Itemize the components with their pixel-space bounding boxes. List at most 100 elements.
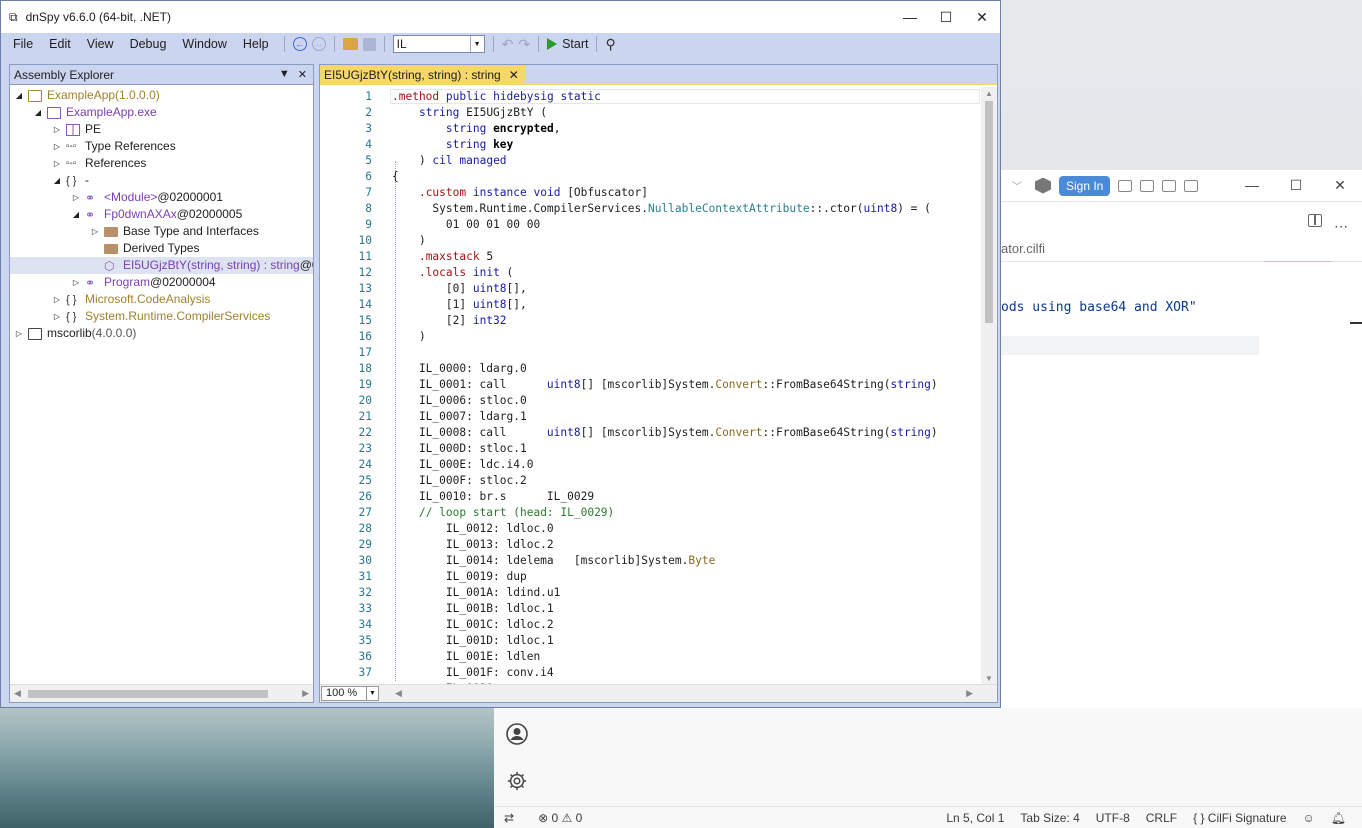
- scroll-left-icon[interactable]: ◀: [395, 688, 402, 699]
- editor-tab-active[interactable]: EI5UGjzBtY(string, string) : string ✕: [320, 65, 525, 85]
- tree-node-namespace-empty[interactable]: ◢ { } -: [52, 172, 89, 189]
- maximize-button[interactable]: ☐: [928, 9, 964, 26]
- scroll-down-icon[interactable]: ▼: [985, 674, 993, 683]
- scroll-up-icon[interactable]: ▲: [985, 89, 993, 98]
- language-select[interactable]: IL ▼: [392, 35, 485, 53]
- panel-close-icon[interactable]: ✕: [298, 68, 307, 81]
- split-editor-icon[interactable]: [1308, 214, 1322, 227]
- line-number: 22: [358, 426, 372, 439]
- tree-node-microsoft-codeanalysis[interactable]: ▷ { } Microsoft.CodeAnalysis: [52, 291, 210, 308]
- tree-node-fp0dwnaxax[interactable]: ◢ ⚭ Fp0dwnAXAx @02000005: [71, 206, 242, 223]
- horizontal-scrollbar[interactable]: ◀ ▶: [10, 684, 313, 702]
- copilot-icon[interactable]: [1035, 177, 1051, 194]
- tree-node-base-types[interactable]: ▷ Base Type and Interfaces: [90, 223, 259, 240]
- scroll-thumb[interactable]: [985, 101, 993, 323]
- node-label: System.Runtime.CompilerServices: [85, 309, 271, 323]
- copilot-status-icon[interactable]: ☺: [1303, 811, 1315, 825]
- settings-gear-icon[interactable]: [494, 770, 540, 795]
- expand-arrow-icon[interactable]: ▷: [14, 325, 24, 342]
- tree-node-module[interactable]: ▷ ⚭ <Module> @02000001: [71, 189, 223, 206]
- expand-arrow-icon[interactable]: ▷: [71, 274, 81, 291]
- code-line: IL_0000: ldarg.0: [392, 362, 527, 375]
- forward-arrow-icon[interactable]: →: [311, 37, 326, 51]
- menu-view[interactable]: View: [79, 37, 122, 51]
- expand-arrow-icon[interactable]: ▷: [71, 189, 81, 206]
- toggle-secondary-sidebar-icon[interactable]: [1184, 179, 1199, 192]
- zoom-select[interactable]: 100 % ▼: [321, 686, 379, 701]
- back-arrow-icon[interactable]: ←: [292, 37, 307, 51]
- encoding[interactable]: UTF-8: [1096, 811, 1130, 825]
- maximize-button[interactable]: ☐: [1274, 177, 1318, 194]
- code-line: [1] uint8[],: [392, 298, 527, 311]
- expand-arrow-icon[interactable]: ▷: [52, 138, 62, 155]
- panel-menu-chevron-icon[interactable]: ▼: [279, 68, 290, 81]
- tree-node-program[interactable]: ▷ ⚭ Program @02000004: [71, 274, 216, 291]
- collapse-arrow-icon[interactable]: ◢: [33, 104, 43, 121]
- more-actions-icon[interactable]: ⋯: [1334, 218, 1348, 235]
- problems-indicator[interactable]: ⊗ 0 ⚠ 0: [538, 811, 582, 825]
- minimize-button[interactable]: —: [892, 9, 928, 26]
- sign-in-button[interactable]: Sign In: [1059, 175, 1111, 196]
- scroll-left-icon[interactable]: ◀: [14, 688, 21, 699]
- menu-window[interactable]: Window: [174, 37, 234, 51]
- expand-arrow-icon[interactable]: ▷: [52, 155, 62, 172]
- start-button[interactable]: Start: [562, 37, 588, 51]
- node-suffix: @02000004: [150, 275, 216, 289]
- expand-arrow-icon[interactable]: ▷: [52, 308, 62, 325]
- notifications-bell-icon[interactable]: 🔔︎: [1331, 811, 1346, 825]
- pe-icon: [66, 123, 80, 136]
- tree-node-mscorlib[interactable]: ▷ mscorlib (4.0.0.0): [14, 325, 136, 342]
- expand-arrow-icon[interactable]: ▷: [52, 291, 62, 308]
- cursor-position[interactable]: Ln 5, Col 1: [946, 811, 1004, 825]
- tab-close-icon[interactable]: ✕: [509, 68, 519, 82]
- layout-icon[interactable]: [1118, 179, 1133, 192]
- scroll-thumb[interactable]: [28, 690, 268, 698]
- toggle-panel-icon[interactable]: [1162, 179, 1177, 192]
- minimize-button[interactable]: —: [1230, 177, 1274, 194]
- scroll-right-icon[interactable]: ▶: [302, 688, 309, 699]
- tree-node-exampleapp[interactable]: ◢ ExampleApp (1.0.0.0): [14, 87, 160, 104]
- assembly-tree: ◢ ExampleApp (1.0.0.0) ◢ ExampleApp.exe …: [10, 86, 313, 684]
- redo-icon[interactable]: ↷: [518, 36, 530, 53]
- undo-icon[interactable]: ↶: [502, 36, 514, 53]
- open-folder-icon[interactable]: [342, 38, 358, 50]
- warning-count: 0: [575, 810, 583, 825]
- scroll-right-icon[interactable]: ▶: [966, 688, 973, 699]
- chevron-down-icon[interactable]: ﹀: [1007, 176, 1027, 196]
- editor-tab[interactable]: ator.cilfi: [1001, 236, 1362, 262]
- collapse-arrow-icon[interactable]: ◢: [71, 206, 81, 223]
- il-code[interactable]: .method public hidebysig static string E…: [392, 87, 982, 685]
- collapse-arrow-icon[interactable]: ◢: [52, 172, 62, 189]
- tab-size[interactable]: Tab Size: 4: [1020, 811, 1079, 825]
- code-line: IL_001F: conv.i4: [392, 666, 554, 679]
- tree-node-compilerservices[interactable]: ▷ { } System.Runtime.CompilerServices: [52, 308, 270, 325]
- expand-arrow-icon[interactable]: ▷: [90, 223, 100, 240]
- language-mode[interactable]: { } CilFi Signature: [1193, 811, 1286, 825]
- tree-node-method-selected[interactable]: ⬡ EI5UGjzBtY(string, string) : string @0…: [90, 257, 313, 274]
- expand-arrow-icon[interactable]: ▷: [52, 121, 62, 138]
- code-line: [0] uint8[],: [392, 282, 527, 295]
- menu-edit[interactable]: Edit: [41, 37, 79, 51]
- menu-debug[interactable]: Debug: [122, 37, 175, 51]
- start-play-icon[interactable]: [547, 38, 558, 50]
- menu-help[interactable]: Help: [235, 37, 277, 51]
- remote-icon[interactable]: ⇄: [504, 811, 514, 825]
- tree-node-pe[interactable]: ▷ PE: [52, 121, 101, 138]
- tree-node-references[interactable]: ▷ ▫-▫ References: [52, 155, 146, 172]
- close-button[interactable]: ✕: [964, 9, 1000, 26]
- node-label: EI5UGjzBtY(string, string) : string: [123, 258, 300, 272]
- save-disk-icon[interactable]: [362, 37, 376, 51]
- tree-node-exampleapp-exe[interactable]: ◢ ExampleApp.exe: [33, 104, 157, 121]
- search-icon[interactable]: ⚲: [605, 36, 615, 53]
- account-icon[interactable]: [494, 722, 540, 749]
- line-number: 19: [358, 378, 372, 391]
- close-button[interactable]: ✕: [1318, 177, 1362, 194]
- toggle-sidebar-icon[interactable]: [1140, 179, 1155, 192]
- menu-file[interactable]: File: [5, 37, 41, 51]
- collapse-arrow-icon[interactable]: ◢: [14, 87, 24, 104]
- vertical-scrollbar[interactable]: ▲ ▼: [981, 87, 997, 685]
- tree-node-derived-types[interactable]: Derived Types: [90, 240, 199, 257]
- tree-node-type-references[interactable]: ▷ ▫-▫ Type References: [52, 138, 176, 155]
- line-number: 3: [365, 122, 372, 135]
- line-ending[interactable]: CRLF: [1146, 811, 1177, 825]
